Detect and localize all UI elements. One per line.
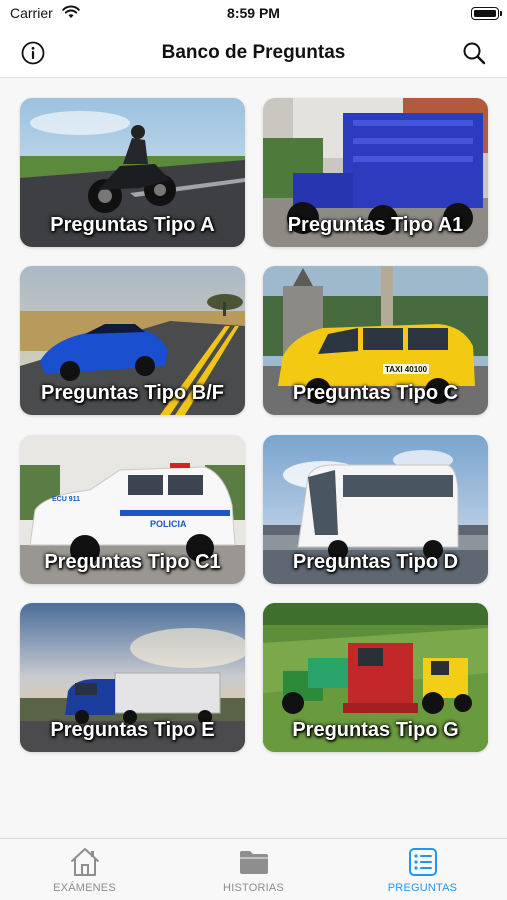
tab-historias[interactable]: HISTORIAS bbox=[169, 839, 338, 900]
taxi-plate-text: TAXI 40100 bbox=[385, 365, 428, 374]
search-icon[interactable] bbox=[461, 40, 487, 66]
police-unit-text: ECU 911 bbox=[52, 496, 80, 503]
card-label: Preguntas Tipo A bbox=[50, 214, 215, 236]
tab-label: PREGUNTAS bbox=[387, 882, 458, 894]
card-label: Preguntas Tipo C bbox=[292, 382, 459, 404]
category-card-e[interactable]: Preguntas Tipo E bbox=[20, 603, 245, 752]
category-card-a[interactable]: Preguntas Tipo A bbox=[20, 98, 245, 247]
category-card-g[interactable]: Preguntas Tipo G bbox=[263, 603, 488, 752]
category-card-bf[interactable]: Preguntas Tipo B/F bbox=[20, 266, 245, 415]
card-label: Preguntas Tipo G bbox=[292, 719, 459, 741]
police-text: POLICIA bbox=[150, 519, 187, 529]
folder-icon bbox=[239, 851, 268, 874]
category-grid: Preguntas Tipo A Preguntas Tipo A1 Pregu… bbox=[0, 78, 507, 838]
card-label: Preguntas Tipo D bbox=[292, 551, 459, 573]
tab-label: EXÁMENES bbox=[53, 882, 116, 894]
status-time: 8:59 PM bbox=[227, 5, 280, 21]
card-label: Preguntas Tipo B/F bbox=[41, 382, 224, 404]
house-icon bbox=[70, 848, 99, 876]
card-label: Preguntas Tipo C1 bbox=[44, 551, 221, 573]
tab-bar: EXÁMENES HISTORIAS PREGUNTAS bbox=[0, 838, 507, 900]
category-card-a1[interactable]: Preguntas Tipo A1 bbox=[263, 98, 488, 247]
tab-label: HISTORIAS bbox=[223, 882, 284, 894]
category-card-d[interactable]: Preguntas Tipo D bbox=[263, 435, 488, 584]
page-title: Banco de Preguntas bbox=[161, 42, 346, 63]
status-bar: Carrier 8:59 PM bbox=[0, 0, 507, 28]
category-card-c1[interactable]: ECU 911 POLICIA Preguntas Tipo C1 bbox=[20, 435, 245, 584]
card-label: Preguntas Tipo E bbox=[50, 719, 215, 741]
card-label: Preguntas Tipo A1 bbox=[287, 214, 464, 236]
nav-bar: Banco de Preguntas bbox=[0, 28, 507, 78]
category-card-c[interactable]: TAXI 40100 Preguntas Tipo C bbox=[263, 266, 488, 415]
tab-examenes[interactable]: EXÁMENES bbox=[0, 839, 169, 900]
tab-preguntas[interactable]: PREGUNTAS bbox=[338, 839, 507, 900]
list-icon bbox=[408, 848, 437, 876]
battery-icon bbox=[471, 7, 502, 20]
